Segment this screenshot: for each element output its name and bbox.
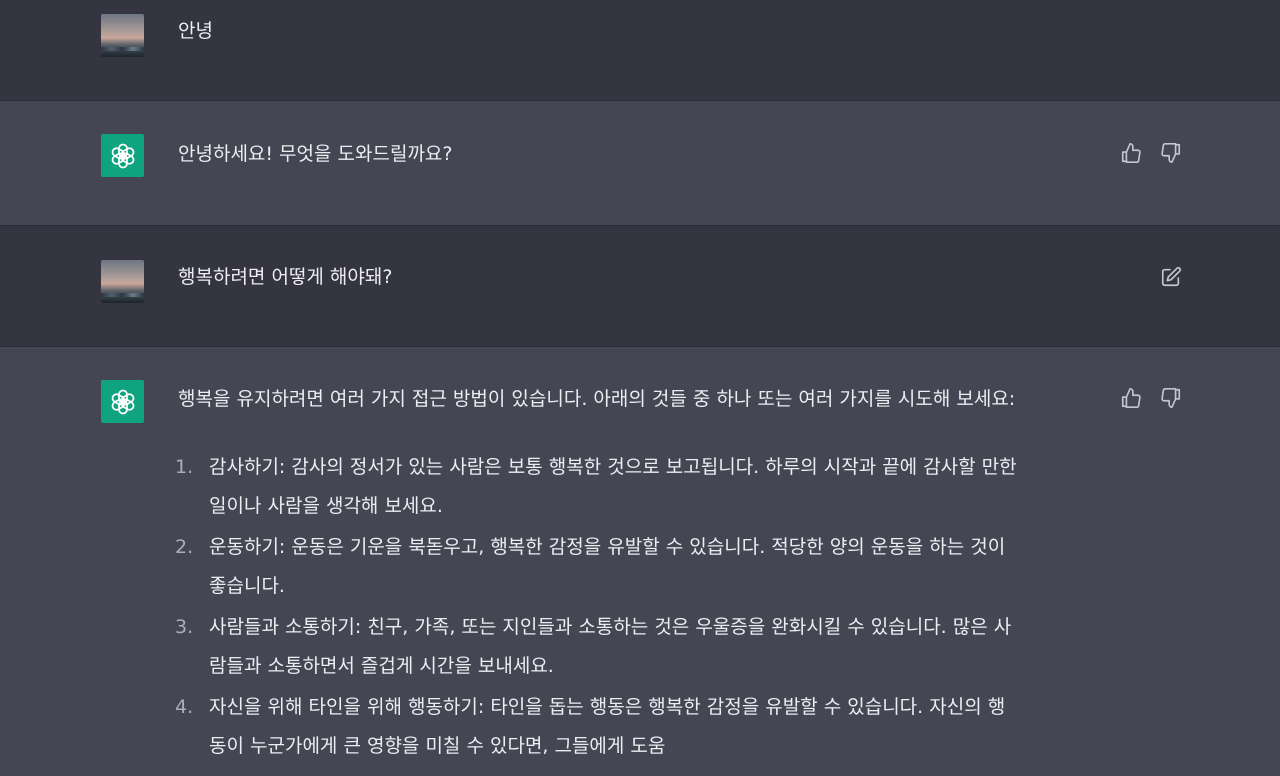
list-item-text-line-2: 좋습니다. <box>209 575 285 597</box>
user-avatar <box>101 14 144 57</box>
list-item: 2. 운동하기: 운동은 기운을 북돋우고, 행복한 감정을 유발할 수 있습니… <box>172 528 1112 606</box>
openai-logo-icon <box>111 389 134 414</box>
edit-message-button[interactable] <box>1160 266 1182 288</box>
assistant-message-intro: 행복을 유지하려면 여러 가지 접근 방법이 있습니다. 아래의 것들 중 하나… <box>178 388 1016 410</box>
message-row-user-2: 행복하려면 어떻게 해야돼? <box>0 226 1280 347</box>
assistant-message-text: 안녕하세요! 무엇을 도와드릴까요? <box>178 143 453 165</box>
assistant-message-list: 1. 감사하기: 감사의 정서가 있는 사람은 보통 행복한 것으로 보고됩니다… <box>172 448 1112 768</box>
list-item-text-line-2: 람들과 소통하면서 즐겁게 시간을 보내세요. <box>209 655 554 677</box>
list-item-number: 2. <box>175 536 194 558</box>
message-row-user-1: 안녕 <box>0 0 1280 101</box>
thumbs-up-button[interactable] <box>1120 387 1142 409</box>
thumbs-down-icon <box>1161 388 1181 408</box>
thumbs-down-icon <box>1161 143 1181 163</box>
list-item-text-line-1: 자신을 위해 타인을 위해 행동하기: 타인을 돕는 행동은 행복한 감정을 유… <box>209 696 1006 718</box>
list-item: 3. 사람들과 소통하기: 친구, 가족, 또는 지인들과 소통하는 것은 우울… <box>172 608 1112 686</box>
list-item-text-line-2: 일이나 사람을 생각해 보세요. <box>209 495 443 517</box>
thumbs-up-button[interactable] <box>1120 142 1142 164</box>
message-row-assistant-1: 안녕하세요! 무엇을 도와드릴까요? <box>0 101 1280 226</box>
user-message-text: 행복하려면 어떻게 해야돼? <box>178 266 393 288</box>
feedback-actions <box>1120 387 1182 409</box>
user-avatar <box>101 260 144 303</box>
list-item-text-line-1: 사람들과 소통하기: 친구, 가족, 또는 지인들과 소통하는 것은 우울증을 … <box>209 616 1012 638</box>
thumbs-up-icon <box>1121 143 1141 163</box>
user-message-text: 안녕 <box>178 20 213 42</box>
edit-actions <box>1160 266 1182 288</box>
chat-thread: 안녕 안녕하세요! 무엇을 도와드릴까요? 행복하려면 어떻게 해야돼? 행복을… <box>0 0 1280 776</box>
list-item-number: 3. <box>175 616 194 638</box>
list-item-number: 4. <box>175 696 194 718</box>
assistant-avatar <box>101 134 144 177</box>
edit-icon <box>1161 266 1182 287</box>
list-item-number: 1. <box>175 456 194 478</box>
openai-logo-icon <box>111 143 134 168</box>
thumbs-down-button[interactable] <box>1160 142 1182 164</box>
list-item: 1. 감사하기: 감사의 정서가 있는 사람은 보통 행복한 것으로 보고됩니다… <box>172 448 1112 526</box>
list-item-text-line-1: 운동하기: 운동은 기운을 북돋우고, 행복한 감정을 유발할 수 있습니다. … <box>209 536 1006 558</box>
list-item-text-line-1: 감사하기: 감사의 정서가 있는 사람은 보통 행복한 것으로 보고됩니다. 하… <box>209 456 1017 478</box>
thumbs-down-button[interactable] <box>1160 387 1182 409</box>
list-item-text-line-2: 동이 누군가에게 큰 영향을 미칠 수 있다면, 그들에게 도움 <box>209 735 666 757</box>
assistant-avatar <box>101 380 144 423</box>
thumbs-up-icon <box>1121 388 1141 408</box>
feedback-actions <box>1120 142 1182 164</box>
list-item: 4. 자신을 위해 타인을 위해 행동하기: 타인을 돕는 행동은 행복한 감정… <box>172 688 1112 766</box>
